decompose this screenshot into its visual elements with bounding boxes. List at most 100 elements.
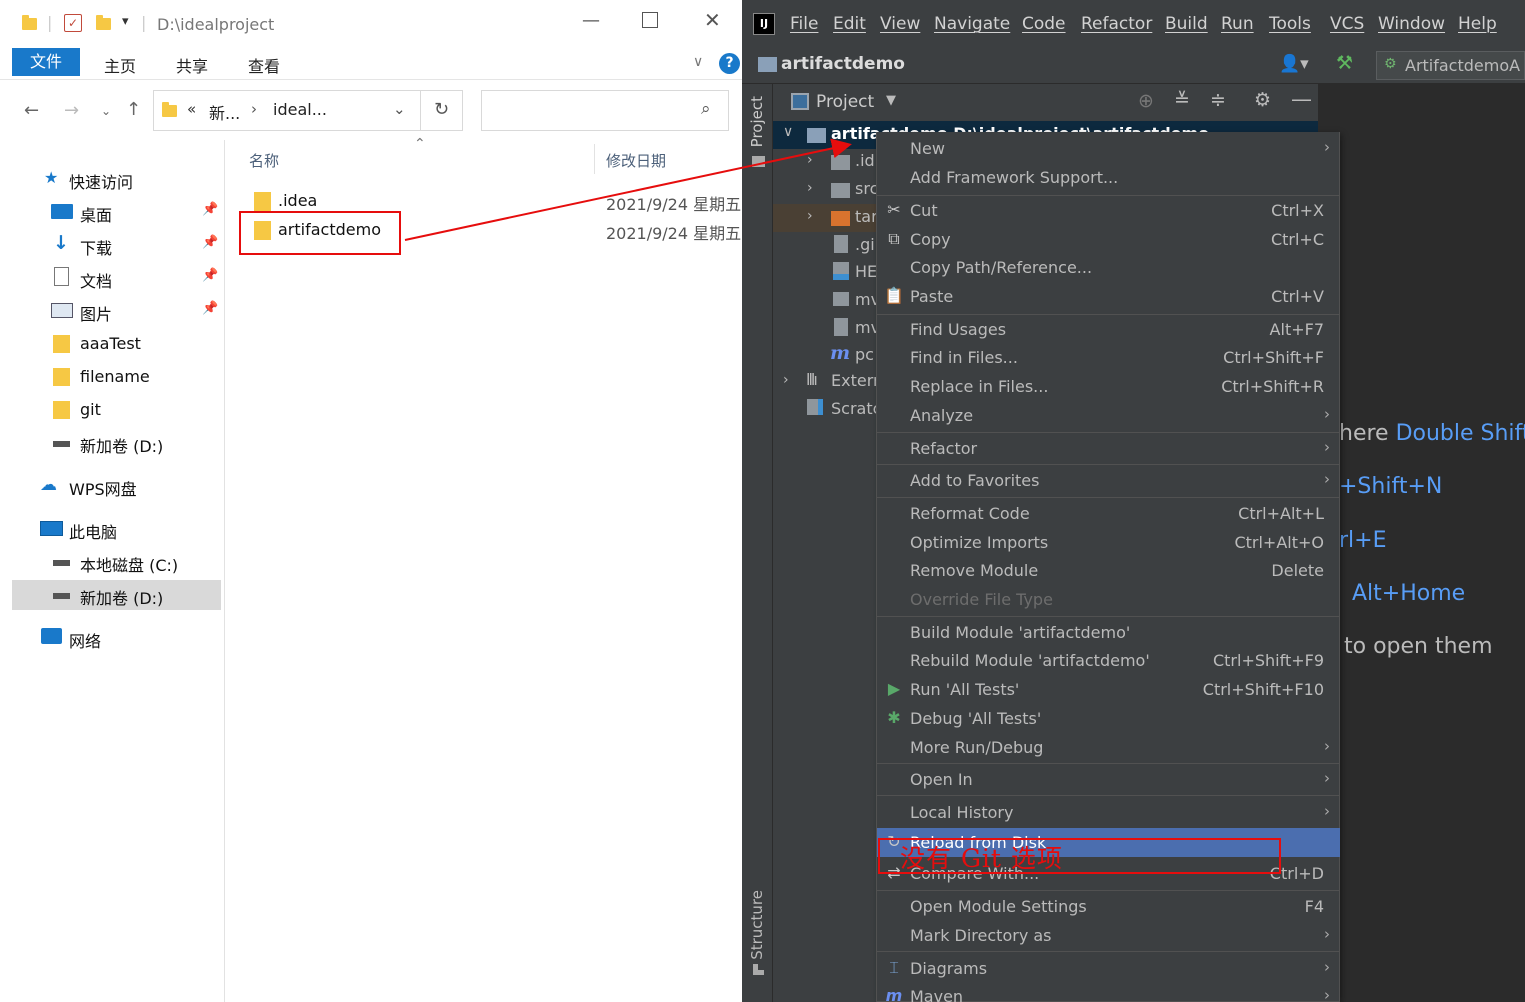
- tree-item[interactable]: mv: [773, 315, 880, 343]
- customize-qa-icon[interactable]: ▾: [122, 14, 129, 29]
- tab-view[interactable]: 查看: [248, 53, 280, 77]
- help-icon[interactable]: ?: [719, 53, 740, 74]
- menu-item-maven[interactable]: m Maven ›: [877, 982, 1340, 1002]
- address-segment[interactable]: ideal...: [273, 100, 327, 119]
- menu-item-find-usages[interactable]: Find Usages Alt+F7: [877, 315, 1340, 344]
- tab-home[interactable]: 主页: [104, 53, 136, 77]
- tree-item[interactable]: .gi: [773, 232, 876, 260]
- collapse-all-icon[interactable]: ≑: [1210, 89, 1226, 111]
- menu-window[interactable]: Window: [1378, 14, 1445, 34]
- menu-item-open-in[interactable]: Open In ›: [877, 765, 1340, 794]
- locate-icon[interactable]: ⊕: [1138, 90, 1154, 112]
- menu-vcs[interactable]: VCS: [1330, 14, 1364, 34]
- hide-panel-icon[interactable]: —: [1291, 87, 1312, 111]
- pin-icon[interactable]: 📌: [202, 268, 218, 283]
- nav-item-documents[interactable]: 文档 📌: [0, 263, 222, 293]
- menu-item-more-run-debug[interactable]: More Run/Debug ›: [877, 733, 1340, 762]
- menu-item-add-framework-support[interactable]: Add Framework Support...: [877, 163, 1340, 192]
- menu-item-reformat-code[interactable]: Reformat Code Ctrl+Alt+L: [877, 499, 1340, 528]
- menu-code[interactable]: Code: [1022, 14, 1066, 34]
- menu-file[interactable]: File: [790, 14, 818, 34]
- run-config-selector[interactable]: ⚙ ArtifactdemoA: [1376, 51, 1525, 80]
- menu-item-find-in-files[interactable]: Find in Files... Ctrl+Shift+F: [877, 343, 1340, 372]
- column-header-name[interactable]: 名称: [249, 150, 279, 171]
- new-folder-icon[interactable]: [96, 15, 111, 30]
- properties-icon[interactable]: ✓: [64, 14, 82, 32]
- menu-edit[interactable]: Edit: [833, 14, 866, 34]
- menu-item-copy-path-reference[interactable]: Copy Path/Reference...: [877, 253, 1340, 282]
- tree-item[interactable]: › lllı Extern: [773, 368, 883, 396]
- nav-item-folder[interactable]: aaaTest: [0, 329, 222, 359]
- tree-item[interactable]: HE: [773, 259, 877, 287]
- menu-item-mark-directory-as[interactable]: Mark Directory as ›: [877, 921, 1340, 950]
- nav-network[interactable]: 网络: [0, 623, 222, 653]
- nav-item-downloads[interactable]: ↓ 下载 📌: [0, 230, 222, 260]
- chevron-down-icon[interactable]: ▼: [886, 93, 896, 108]
- menu-item-add-to-favorites[interactable]: Add to Favorites ›: [877, 466, 1340, 495]
- maximize-icon[interactable]: [642, 12, 658, 28]
- menu-item-rebuild-module-artifactdemo[interactable]: Rebuild Module 'artifactdemo' Ctrl+Shift+…: [877, 646, 1340, 675]
- menu-item-diagrams[interactable]: ⌶ Diagrams ›: [877, 954, 1340, 983]
- nav-this-pc[interactable]: 此电脑: [0, 514, 222, 544]
- menu-item-build-module-artifactdemo[interactable]: Build Module 'artifactdemo': [877, 618, 1340, 647]
- address-segment[interactable]: 新...: [209, 100, 240, 124]
- menu-item-debug-all-tests[interactable]: ✱ Debug 'All Tests': [877, 704, 1340, 733]
- pin-icon[interactable]: 📌: [202, 202, 218, 217]
- build-hammer-icon[interactable]: ⚒: [1336, 52, 1353, 74]
- expand-all-icon[interactable]: ≚: [1174, 89, 1190, 111]
- menu-item-open-module-settings[interactable]: Open Module Settings F4: [877, 892, 1340, 921]
- menu-tools[interactable]: Tools: [1269, 14, 1311, 34]
- up-icon[interactable]: ↑: [126, 99, 141, 120]
- forward-icon[interactable]: →: [64, 100, 79, 121]
- menu-item-analyze[interactable]: Analyze ›: [877, 401, 1340, 430]
- close-icon[interactable]: ✕: [704, 8, 721, 32]
- recent-locations-icon[interactable]: ⌄: [101, 104, 111, 118]
- menu-refactor[interactable]: Refactor: [1081, 14, 1152, 34]
- project-tool-tab[interactable]: Project: [748, 96, 766, 147]
- menu-item-paste[interactable]: 📋 Paste Ctrl+V: [877, 282, 1340, 311]
- nav-item-pictures[interactable]: 图片 📌: [0, 296, 222, 326]
- address-bar[interactable]: « 新... › ideal... ⌄: [153, 90, 421, 131]
- gear-icon[interactable]: ⚙: [1254, 89, 1271, 111]
- project-name[interactable]: artifactdemo: [781, 54, 905, 74]
- tab-file[interactable]: 文件: [12, 48, 80, 76]
- back-icon[interactable]: ←: [24, 100, 39, 121]
- menu-view[interactable]: View: [880, 14, 920, 34]
- tree-item-target[interactable]: › tar: [773, 204, 878, 232]
- menu-item-run-all-tests[interactable]: ▶ Run 'All Tests' Ctrl+Shift+F10: [877, 675, 1340, 704]
- refresh-icon[interactable]: ↻: [421, 90, 463, 131]
- menu-build[interactable]: Build: [1165, 14, 1208, 34]
- menu-item-new[interactable]: New ›: [877, 134, 1340, 163]
- tab-share[interactable]: 共享: [176, 53, 208, 77]
- minimize-icon[interactable]: —: [582, 10, 600, 31]
- search-input[interactable]: ⌕: [481, 90, 729, 131]
- column-divider[interactable]: [594, 144, 595, 174]
- nav-item-folder[interactable]: filename: [0, 362, 222, 392]
- project-view-selector[interactable]: Project: [816, 92, 874, 112]
- menu-item-optimize-imports[interactable]: Optimize Imports Ctrl+Alt+O: [877, 528, 1340, 557]
- tree-item[interactable]: Scratc: [773, 396, 881, 424]
- column-header-modified[interactable]: 修改日期: [606, 150, 666, 171]
- address-dropdown-icon[interactable]: ⌄: [393, 100, 406, 118]
- nav-drive-d-selected[interactable]: 新加卷 (D:): [12, 580, 221, 610]
- nav-drive-c[interactable]: 本地磁盘 (C:): [0, 547, 222, 577]
- menu-run[interactable]: Run: [1221, 14, 1254, 34]
- pin-icon[interactable]: 📌: [202, 301, 218, 316]
- menu-item-local-history[interactable]: Local History ›: [877, 798, 1340, 827]
- tree-item[interactable]: m pc: [773, 342, 876, 370]
- ribbon-expand-icon[interactable]: ∨: [693, 54, 703, 70]
- pin-icon[interactable]: 📌: [202, 235, 218, 250]
- nav-item-folder[interactable]: git: [0, 395, 222, 425]
- user-icon[interactable]: 👤▾: [1279, 54, 1309, 74]
- menu-help[interactable]: Help: [1458, 14, 1497, 34]
- menu-navigate[interactable]: Navigate: [934, 14, 1010, 34]
- structure-tool-tab[interactable]: Structure: [748, 890, 766, 960]
- nav-item-drive-d[interactable]: 新加卷 (D:): [0, 428, 222, 458]
- nav-item-desktop[interactable]: 桌面 📌: [0, 197, 222, 227]
- nav-quick-access[interactable]: ★ 快速访问: [0, 164, 222, 194]
- menu-item-replace-in-files[interactable]: Replace in Files... Ctrl+Shift+R: [877, 372, 1340, 401]
- menu-item-remove-module[interactable]: Remove Module Delete: [877, 556, 1340, 585]
- menu-item-copy[interactable]: ⧉ Copy Ctrl+C: [877, 225, 1340, 254]
- tree-item[interactable]: mv: [773, 287, 880, 315]
- nav-wps-drive[interactable]: ☁ WPS网盘: [0, 471, 222, 501]
